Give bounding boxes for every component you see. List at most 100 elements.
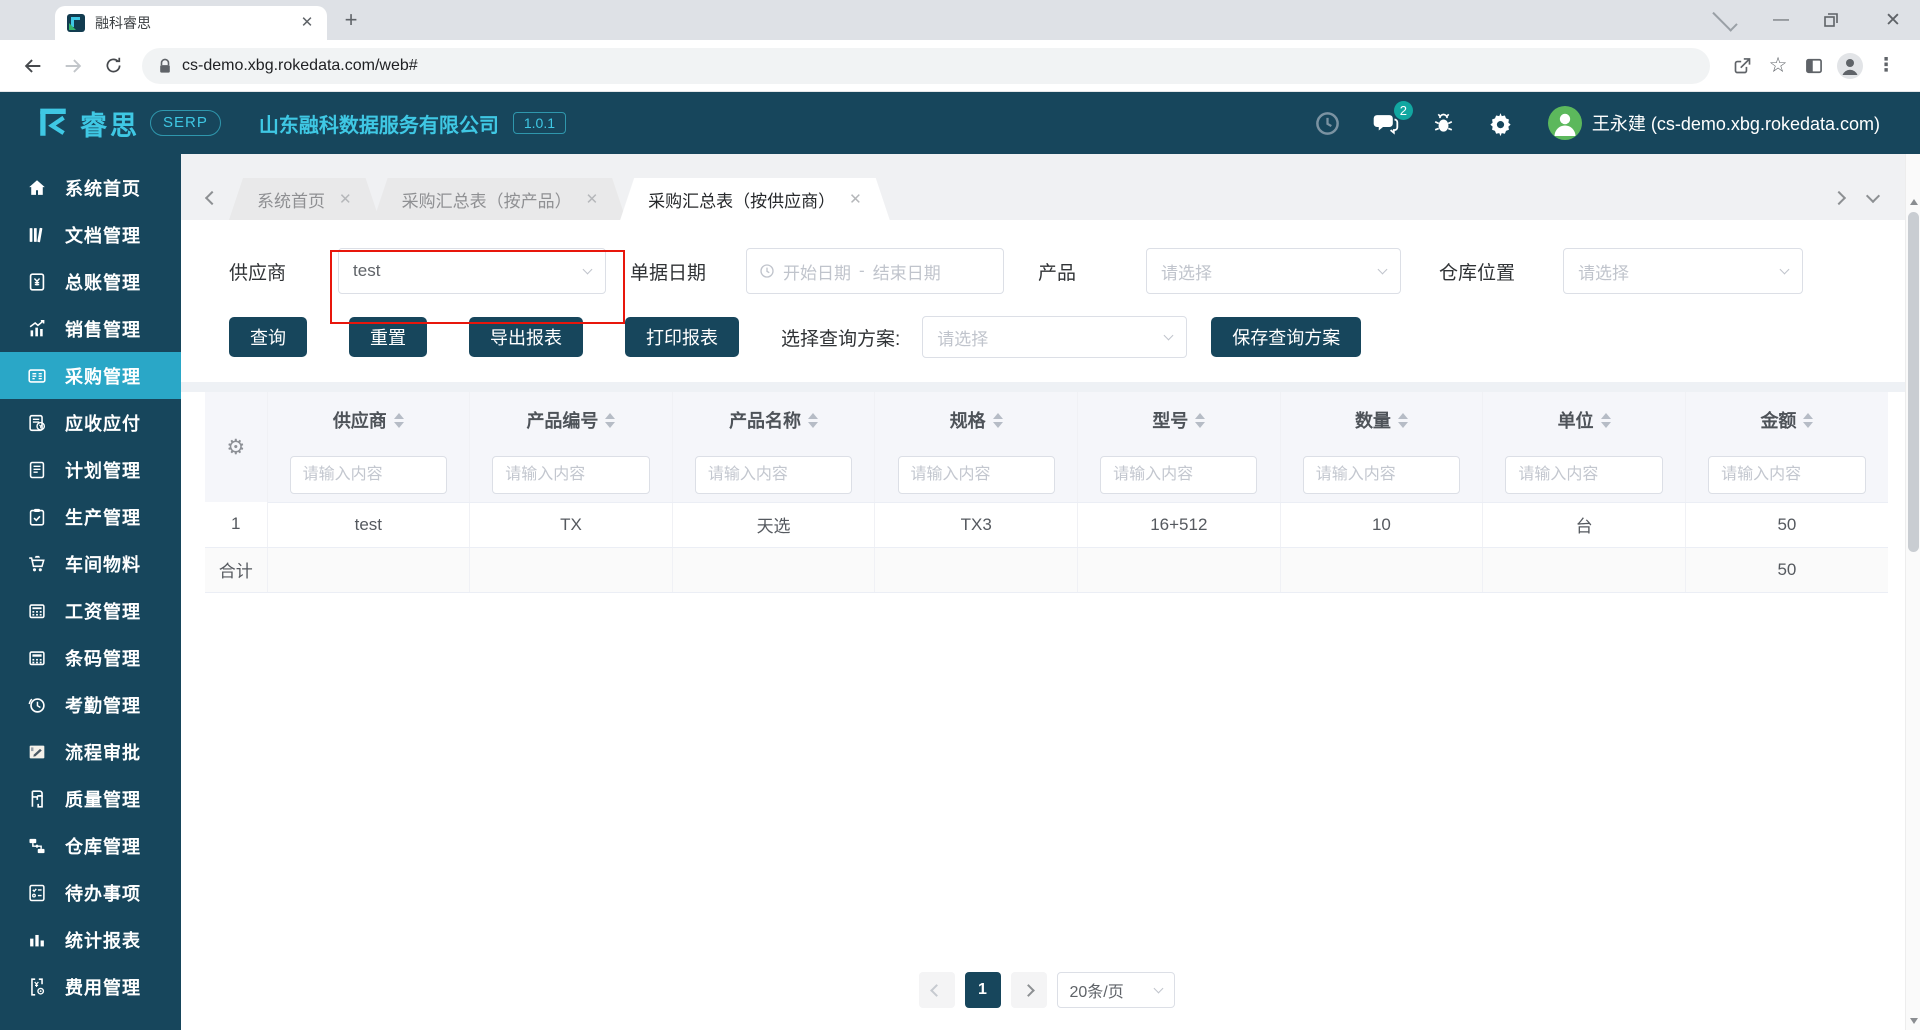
filter-input-unit[interactable] — [1505, 455, 1663, 494]
sidebar-item-workshop-materials[interactable]: 车间物料 — [0, 540, 181, 587]
query-button[interactable]: 查询 — [229, 317, 307, 357]
sort-icon[interactable] — [393, 412, 404, 428]
reload-button[interactable] — [96, 49, 130, 83]
sidebar-item-general-ledger[interactable]: 总账管理 — [0, 258, 181, 305]
table-row[interactable]: 1 test TX 天选 TX3 16+512 10 台 50 — [205, 502, 1888, 548]
quality-caliper-icon — [31, 789, 43, 808]
sort-icon[interactable] — [1195, 412, 1206, 428]
minimize-button[interactable]: — — [1768, 11, 1794, 29]
sidebar-item-warehouse[interactable]: 仓库管理 — [0, 822, 181, 869]
bug-report-icon[interactable] — [1430, 110, 1457, 137]
tabs-menu-icon[interactable] — [1856, 176, 1890, 220]
column-header-amount[interactable]: 金额 — [1685, 392, 1888, 448]
supplier-select[interactable]: test — [338, 248, 607, 294]
settings-gear-icon[interactable] — [1487, 110, 1514, 137]
sort-icon[interactable] — [1600, 412, 1611, 428]
user-avatar[interactable] — [1547, 106, 1582, 140]
column-header-spec[interactable]: 规格 — [874, 392, 1078, 448]
content-scrollbar[interactable] — [1905, 154, 1920, 1030]
tab-close-icon[interactable]: ✕ — [297, 13, 317, 33]
ledger-icon — [29, 272, 45, 291]
browser-menu-icon[interactable]: ⋮ — [1868, 48, 1904, 84]
prev-page-button[interactable] — [918, 972, 955, 1008]
sort-icon[interactable] — [605, 412, 616, 428]
sort-icon[interactable] — [1397, 412, 1408, 428]
filter-input-product-code[interactable] — [492, 455, 650, 494]
sidebar-item-barcode[interactable]: 条码管理 — [0, 634, 181, 681]
sidebar-item-purchasing[interactable]: 采购管理 — [0, 352, 181, 399]
sidebar-item-expenses[interactable]: 费用管理 — [0, 963, 181, 1010]
sidebar-item-quality[interactable]: 质量管理 — [0, 775, 181, 822]
sidebar-item-receivables-payables[interactable]: 应收应付 — [0, 399, 181, 446]
tabs-scroll-right-icon[interactable] — [1822, 176, 1856, 220]
sidebar-item-attendance[interactable]: 考勤管理 — [0, 681, 181, 728]
export-report-button[interactable]: 导出报表 — [469, 317, 583, 357]
column-header-model[interactable]: 型号 — [1077, 392, 1281, 448]
warehouse-select[interactable]: 请选择 — [1563, 248, 1804, 294]
filter-input-product-name[interactable] — [694, 455, 853, 494]
filter-input-model[interactable] — [1100, 455, 1258, 494]
tab-search-icon[interactable] — [1712, 6, 1738, 32]
workspace-tab-home[interactable]: 系统首页 ✕ — [229, 178, 380, 220]
history-clock-icon[interactable] — [1314, 110, 1341, 137]
app-logo-text: 睿思 — [80, 110, 140, 141]
bookmark-star-icon[interactable]: ☆ — [1760, 48, 1796, 84]
share-icon[interactable] — [1724, 48, 1760, 84]
tab-close-icon[interactable]: ✕ — [586, 190, 599, 208]
product-select[interactable]: 请选择 — [1146, 248, 1402, 294]
filter-input-supplier[interactable] — [289, 455, 447, 494]
messages-icon[interactable]: 2 — [1371, 100, 1413, 137]
sidebar-item-home[interactable]: 系统首页 — [0, 164, 181, 211]
sort-icon[interactable] — [992, 412, 1003, 428]
warehouse-flow-icon — [29, 838, 45, 853]
sidebar-item-approval[interactable]: 流程审批 — [0, 728, 181, 775]
save-plan-button[interactable]: 保存查询方案 — [1211, 317, 1362, 357]
new-tab-button[interactable]: + — [337, 7, 365, 35]
sort-icon[interactable] — [808, 412, 819, 428]
sidebar-item-documents[interactable]: 文档管理 — [0, 211, 181, 258]
sidebar-item-planning[interactable]: 计划管理 — [0, 446, 181, 493]
next-page-button[interactable] — [1010, 972, 1047, 1008]
sidebar-item-statistics[interactable]: 统计报表 — [0, 916, 181, 963]
workspace-tab-summary-by-product[interactable]: 采购汇总表（按产品） ✕ — [374, 178, 627, 220]
forward-button[interactable] — [56, 49, 90, 83]
sidebar-item-sales[interactable]: 销售管理 — [0, 305, 181, 352]
tabs-scroll-left-icon[interactable] — [195, 176, 229, 220]
filter-input-quantity[interactable] — [1302, 455, 1461, 494]
restore-button[interactable] — [1824, 13, 1850, 27]
print-report-button[interactable]: 打印报表 — [625, 317, 739, 357]
workspace-tab-summary-by-supplier[interactable]: 采购汇总表（按供应商） ✕ — [620, 178, 890, 220]
sort-icon[interactable] — [1803, 412, 1814, 428]
sidebar-item-production[interactable]: 生产管理 — [0, 493, 181, 540]
user-name[interactable]: 王永建 (cs-demo.xbg.rokedata.com) — [1592, 110, 1880, 136]
back-button[interactable] — [16, 49, 50, 83]
browser-tab[interactable]: 融科睿思 ✕ — [55, 6, 327, 40]
version-badge: 1.0.1 — [512, 112, 566, 134]
scroll-up-icon[interactable] — [1906, 194, 1920, 209]
column-header-quantity[interactable]: 数量 — [1280, 392, 1484, 448]
tab-close-icon[interactable]: ✕ — [339, 190, 352, 208]
column-settings-gear-icon[interactable]: ⚙ — [226, 436, 245, 459]
url-text: cs-demo.xbg.rokedata.com/web# — [182, 56, 418, 74]
scrollbar-thumb[interactable] — [1908, 212, 1919, 552]
message-count-badge: 2 — [1393, 100, 1413, 120]
sidebar-item-todo[interactable]: 待办事项 — [0, 869, 181, 916]
column-header-product-name[interactable]: 产品名称 — [672, 392, 876, 448]
side-panel-icon[interactable] — [1796, 48, 1832, 84]
page-size-select[interactable]: 20条/页 — [1056, 972, 1175, 1008]
tab-close-icon[interactable]: ✕ — [849, 190, 862, 208]
current-page[interactable]: 1 — [964, 972, 1001, 1008]
sidebar-item-payroll[interactable]: 工资管理 — [0, 587, 181, 634]
scroll-down-icon[interactable] — [1906, 1013, 1920, 1028]
filter-input-amount[interactable] — [1708, 455, 1866, 494]
reset-button[interactable]: 重置 — [349, 317, 427, 357]
browser-profile-avatar[interactable] — [1832, 48, 1868, 84]
filter-input-spec[interactable] — [897, 455, 1055, 494]
close-window-button[interactable]: ✕ — [1880, 9, 1906, 32]
url-bar[interactable]: cs-demo.xbg.rokedata.com/web# — [142, 47, 1710, 84]
date-range-input[interactable]: 开始日期 - 结束日期 — [746, 248, 1005, 294]
column-header-unit[interactable]: 单位 — [1482, 392, 1686, 448]
plan-select[interactable]: 请选择 — [922, 316, 1188, 358]
column-header-product-code[interactable]: 产品编号 — [469, 392, 673, 448]
column-header-supplier[interactable]: 供应商 — [267, 392, 471, 448]
